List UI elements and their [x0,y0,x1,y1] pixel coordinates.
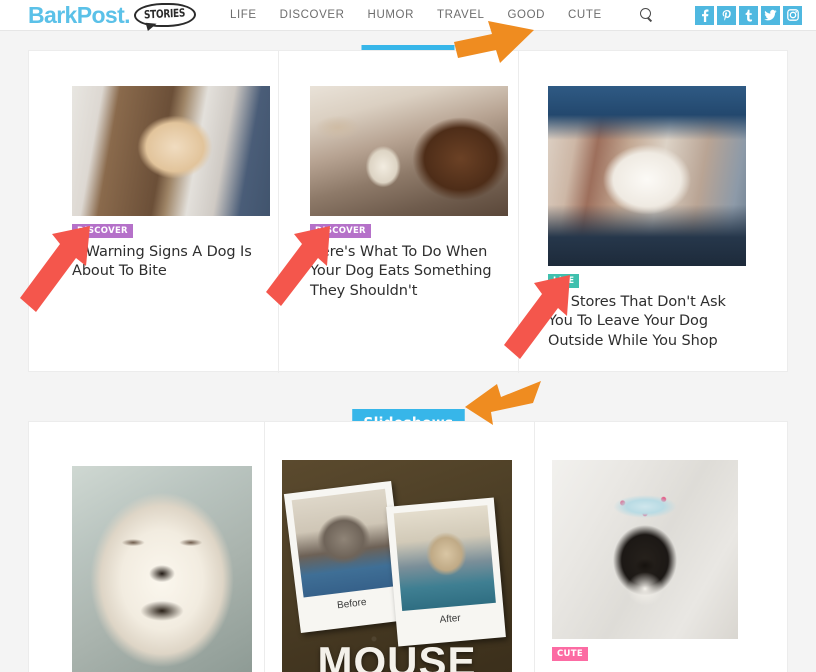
logo-stories-text: STORIES [144,7,186,23]
nav-item-humor[interactable]: HUMOR [368,9,414,21]
column-divider [518,51,519,373]
page-root: BarkPost. STORIES LIFE DISCOVER HUMOR TR… [0,0,816,672]
article-card[interactable]: LIFE 33 Stores That Don't Ask You To Lea… [548,86,746,351]
article-headline[interactable]: 6 Warning Signs A Dog Is About To Bite [72,243,270,282]
tumblr-icon[interactable] [739,5,758,25]
search-icon[interactable] [638,7,654,23]
logo-text: BarkPost. [28,1,131,28]
article-thumbnail[interactable] [310,86,508,216]
social-links [695,5,802,25]
instagram-icon[interactable] [783,5,802,25]
slideshow-card[interactable]: Before After MOUSE [282,460,512,672]
column-divider [278,51,279,373]
article-card[interactable]: DISCOVER 6 Warning Signs A Dog Is About … [72,86,270,282]
article-headline[interactable]: Here's What To Do When Your Dog Eats Som… [310,243,508,301]
trending-panel: DISCOVER 6 Warning Signs A Dog Is About … [28,50,788,373]
nav-item-cute[interactable]: CUTE [568,9,602,21]
twitter-icon[interactable] [761,5,780,25]
article-headline[interactable]: 33 Stores That Don't Ask You To Leave Yo… [548,293,746,351]
polaroid-after-photo [393,505,496,611]
facebook-icon[interactable] [695,5,714,25]
site-logo[interactable]: BarkPost. STORIES [28,1,197,28]
column-divider [264,422,265,672]
nav-item-life[interactable]: LIFE [230,9,257,21]
site-header: BarkPost. STORIES LIFE DISCOVER HUMOR TR… [0,0,816,31]
pinterest-icon[interactable] [717,5,736,25]
main-navigation: LIFE DISCOVER HUMOR TRAVEL GOOD CUTE [230,9,602,21]
trending-grid: DISCOVER 6 Warning Signs A Dog Is About … [29,51,787,373]
article-thumbnail[interactable] [72,86,270,216]
article-thumbnail[interactable] [548,86,746,266]
slideshow-title-overlay: MOUSE [317,638,477,672]
nav-item-travel[interactable]: TRAVEL [437,9,484,21]
article-category-tag[interactable]: CUTE [552,647,588,661]
article-category-tag[interactable]: LIFE [548,274,580,288]
article-category-tag[interactable]: DISCOVER [72,224,133,238]
polaroid-before-caption: Before [336,596,368,612]
slideshows-panel: Before After MOUSE CUTE [28,421,788,672]
column-divider [534,422,535,672]
logo-stories-badge: STORIES [133,2,197,28]
nav-item-good[interactable]: GOOD [507,9,545,21]
slideshows-grid: Before After MOUSE CUTE [29,422,787,672]
article-category-tag[interactable]: DISCOVER [310,224,371,238]
slideshow-thumbnail[interactable] [552,460,738,639]
slideshow-thumbnail[interactable]: Before After MOUSE [282,460,512,672]
polaroid-after-caption: After [439,612,462,626]
slideshow-card[interactable] [72,466,252,672]
nav-item-discover[interactable]: DISCOVER [280,9,345,21]
article-card[interactable]: DISCOVER Here's What To Do When Your Dog… [310,86,508,301]
polaroid-after: After [386,497,506,647]
header-right-tools [638,5,802,25]
slideshow-card[interactable]: CUTE [552,460,738,661]
polaroid-before-photo [291,488,397,598]
slideshow-thumbnail[interactable] [72,466,252,672]
